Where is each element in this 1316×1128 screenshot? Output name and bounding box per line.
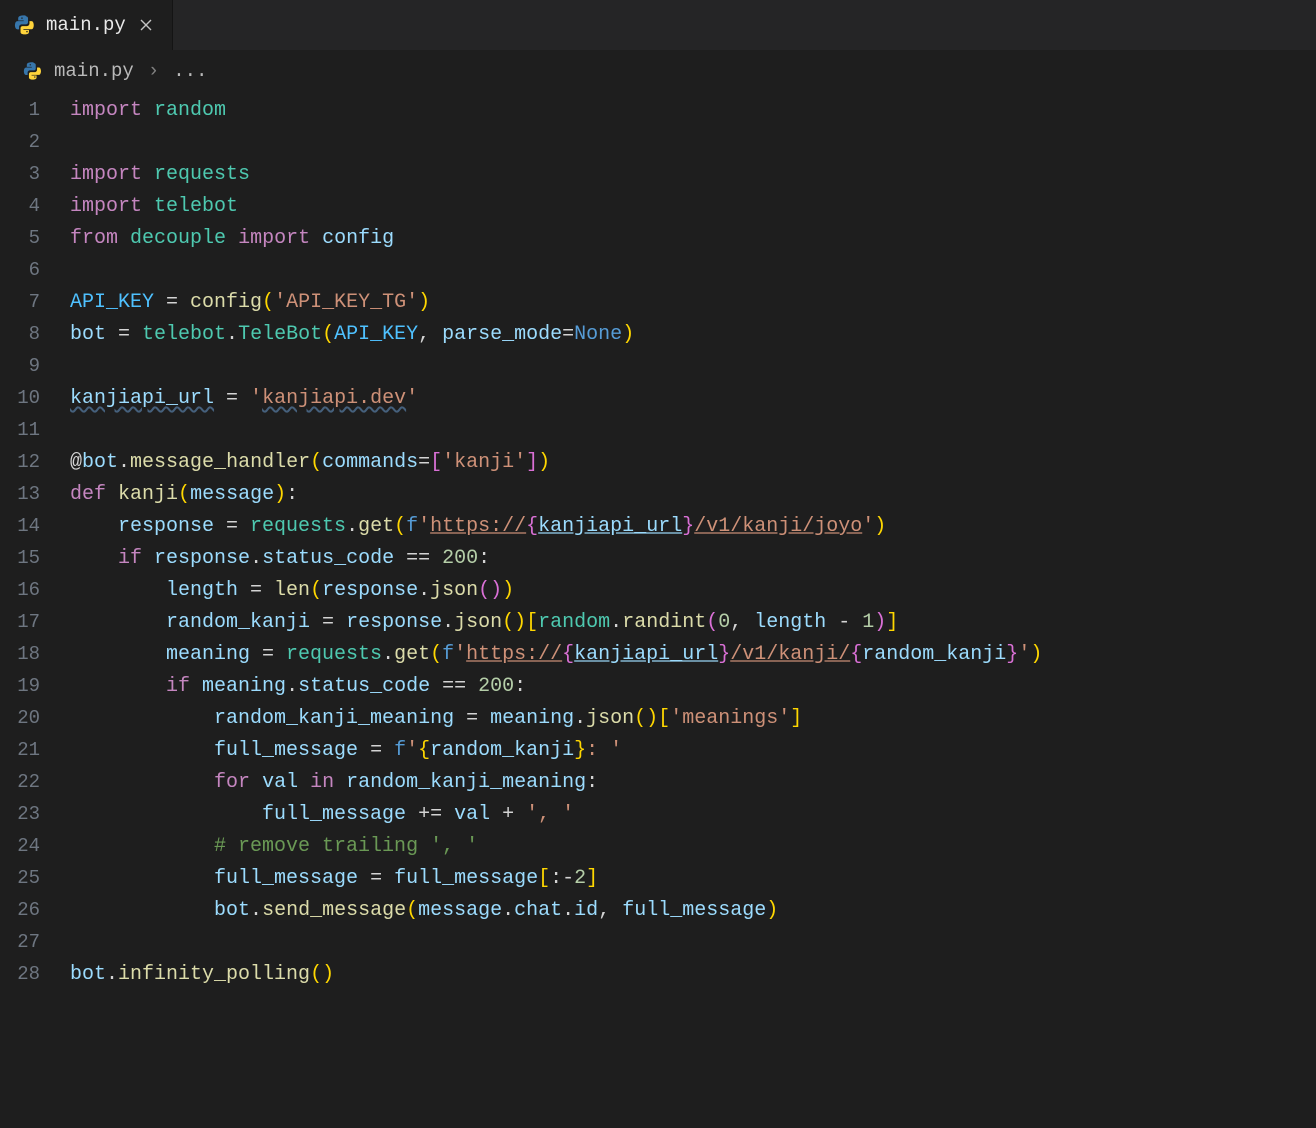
code-line[interactable]: 7API_KEY = config('API_KEY_TG')	[0, 286, 1316, 318]
code-line[interactable]: 26 bot.send_message(message.chat.id, ful…	[0, 894, 1316, 926]
code-line[interactable]: 22 for val in random_kanji_meaning:	[0, 766, 1316, 798]
code-content[interactable]: if response.status_code == 200:	[70, 543, 490, 575]
breadcrumb[interactable]: main.py › ...	[0, 50, 1316, 92]
breadcrumb-file[interactable]: main.py	[54, 60, 134, 82]
code-line[interactable]: 12@bot.message_handler(commands=['kanji'…	[0, 446, 1316, 478]
code-content[interactable]: random_kanji_meaning = meaning.json()['m…	[70, 703, 802, 735]
code-line[interactable]: 8bot = telebot.TeleBot(API_KEY, parse_mo…	[0, 318, 1316, 350]
python-icon	[14, 14, 36, 36]
code-content[interactable]: full_message += val + ', '	[70, 799, 574, 831]
code-line[interactable]: 2	[0, 126, 1316, 158]
line-number: 20	[0, 702, 70, 734]
code-line[interactable]: 19 if meaning.status_code == 200:	[0, 670, 1316, 702]
tab-bar: main.py	[0, 0, 1316, 50]
code-line[interactable]: 14 response = requests.get(f'https://{ka…	[0, 510, 1316, 542]
code-editor[interactable]: 1import random23import requests4import t…	[0, 92, 1316, 990]
python-icon	[22, 60, 44, 82]
code-content[interactable]: import random	[70, 95, 226, 127]
code-content[interactable]: # remove trailing ', '	[70, 831, 478, 863]
breadcrumb-separator: ›	[148, 60, 159, 82]
line-number: 8	[0, 318, 70, 350]
line-number: 7	[0, 286, 70, 318]
tab-main-py[interactable]: main.py	[0, 0, 173, 50]
code-line[interactable]: 21 full_message = f'{random_kanji}: '	[0, 734, 1316, 766]
line-number: 12	[0, 446, 70, 478]
line-number: 1	[0, 94, 70, 126]
line-number: 27	[0, 926, 70, 958]
code-line[interactable]: 15 if response.status_code == 200:	[0, 542, 1316, 574]
code-line[interactable]: 27	[0, 926, 1316, 958]
breadcrumb-ellipsis[interactable]: ...	[173, 60, 207, 82]
close-icon[interactable]	[136, 15, 156, 35]
code-line[interactable]: 10kanjiapi_url = 'kanjiapi.dev'	[0, 382, 1316, 414]
code-content[interactable]: meaning = requests.get(f'https://{kanjia…	[70, 639, 1042, 671]
code-content[interactable]: full_message = f'{random_kanji}: '	[70, 735, 622, 767]
code-content[interactable]: if meaning.status_code == 200:	[70, 671, 526, 703]
code-content[interactable]: @bot.message_handler(commands=['kanji'])	[70, 447, 550, 479]
code-line[interactable]: 11	[0, 414, 1316, 446]
code-content[interactable]: import telebot	[70, 191, 238, 223]
code-content[interactable]: bot.send_message(message.chat.id, full_m…	[70, 895, 778, 927]
code-line[interactable]: 4import telebot	[0, 190, 1316, 222]
code-line[interactable]: 20 random_kanji_meaning = meaning.json()…	[0, 702, 1316, 734]
code-line[interactable]: 18 meaning = requests.get(f'https://{kan…	[0, 638, 1316, 670]
code-line[interactable]: 5from decouple import config	[0, 222, 1316, 254]
line-number: 5	[0, 222, 70, 254]
line-number: 17	[0, 606, 70, 638]
code-line[interactable]: 9	[0, 350, 1316, 382]
line-number: 26	[0, 894, 70, 926]
line-number: 2	[0, 126, 70, 158]
code-content[interactable]: length = len(response.json())	[70, 575, 514, 607]
line-number: 9	[0, 350, 70, 382]
code-line[interactable]: 23 full_message += val + ', '	[0, 798, 1316, 830]
code-content[interactable]: import requests	[70, 159, 250, 191]
line-number: 3	[0, 158, 70, 190]
code-line[interactable]: 3import requests	[0, 158, 1316, 190]
code-line[interactable]: 28bot.infinity_polling()	[0, 958, 1316, 990]
code-content[interactable]: API_KEY = config('API_KEY_TG')	[70, 287, 430, 319]
code-content[interactable]: bot = telebot.TeleBot(API_KEY, parse_mod…	[70, 319, 634, 351]
code-line[interactable]: 6	[0, 254, 1316, 286]
code-content[interactable]: random_kanji = response.json()[random.ra…	[70, 607, 898, 639]
line-number: 15	[0, 542, 70, 574]
line-number: 4	[0, 190, 70, 222]
line-number: 11	[0, 414, 70, 446]
code-line[interactable]: 24 # remove trailing ', '	[0, 830, 1316, 862]
line-number: 6	[0, 254, 70, 286]
line-number: 19	[0, 670, 70, 702]
code-content[interactable]: full_message = full_message[:-2]	[70, 863, 598, 895]
code-line[interactable]: 25 full_message = full_message[:-2]	[0, 862, 1316, 894]
code-line[interactable]: 16 length = len(response.json())	[0, 574, 1316, 606]
code-line[interactable]: 17 random_kanji = response.json()[random…	[0, 606, 1316, 638]
line-number: 28	[0, 958, 70, 990]
line-number: 25	[0, 862, 70, 894]
line-number: 21	[0, 734, 70, 766]
code-content[interactable]: def kanji(message):	[70, 479, 298, 511]
line-number: 24	[0, 830, 70, 862]
code-line[interactable]: 13def kanji(message):	[0, 478, 1316, 510]
line-number: 13	[0, 478, 70, 510]
line-number: 16	[0, 574, 70, 606]
line-number: 23	[0, 798, 70, 830]
line-number: 22	[0, 766, 70, 798]
code-content[interactable]: for val in random_kanji_meaning:	[70, 767, 598, 799]
code-content[interactable]: bot.infinity_polling()	[70, 959, 334, 991]
line-number: 18	[0, 638, 70, 670]
code-content[interactable]: from decouple import config	[70, 223, 394, 255]
line-number: 14	[0, 510, 70, 542]
line-number: 10	[0, 382, 70, 414]
tab-label: main.py	[46, 14, 126, 36]
code-content[interactable]: kanjiapi_url = 'kanjiapi.dev'	[70, 383, 418, 415]
code-content[interactable]: response = requests.get(f'https://{kanji…	[70, 511, 886, 543]
code-line[interactable]: 1import random	[0, 94, 1316, 126]
